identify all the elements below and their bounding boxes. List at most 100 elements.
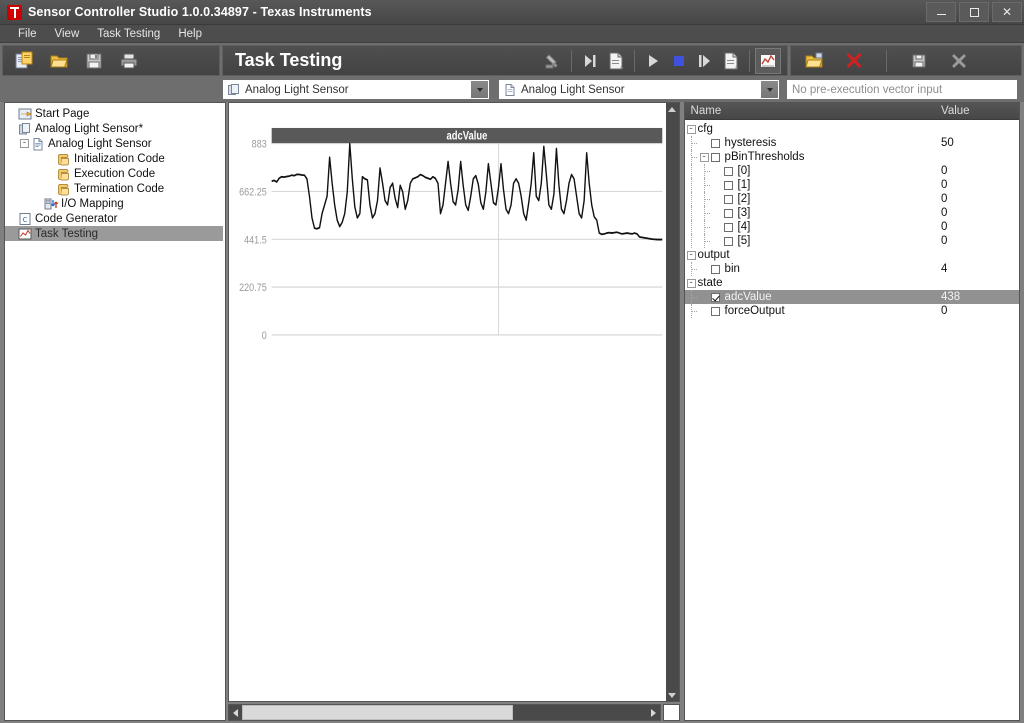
property-label: [5] <box>737 235 751 247</box>
property-row[interactable]: [2] 0 <box>685 192 1019 206</box>
property-row[interactable]: [4] 0 <box>685 220 1019 234</box>
property-expander-toggle[interactable]: - <box>686 278 696 288</box>
tree-guide <box>685 304 698 318</box>
menu-bar: File View Task Testing Help <box>0 25 1024 43</box>
property-row[interactable]: adcValue 438 <box>684 290 1020 304</box>
tree-item-start-page[interactable]: Start Page <box>5 106 225 121</box>
property-checkbox[interactable] <box>723 194 733 204</box>
property-expander-toggle[interactable]: - <box>699 152 709 162</box>
property-checkbox[interactable] <box>710 292 720 302</box>
toolbar-separator-2 <box>634 49 635 72</box>
scroll-up-arrow-icon[interactable] <box>666 103 678 115</box>
tree-guide <box>685 220 698 234</box>
open-project-button[interactable] <box>46 48 72 74</box>
svg-text:adcValue: adcValue <box>447 129 488 142</box>
title-bar: Sensor Controller Studio 1.0.0.34897 - T… <box>0 0 1024 25</box>
save-vector-button[interactable] <box>906 48 932 74</box>
new-project-button[interactable] <box>11 48 37 74</box>
scroll-left-arrow-icon[interactable] <box>229 705 242 720</box>
property-row[interactable]: - output <box>685 248 1019 262</box>
close-button[interactable]: ✕ <box>992 2 1022 22</box>
property-row[interactable]: [3] 0 <box>685 206 1019 220</box>
tree-item-task-testing[interactable]: Task Testing <box>5 226 223 241</box>
chevron-down-icon[interactable] <box>471 81 488 98</box>
property-checkbox[interactable] <box>710 264 720 274</box>
property-name-cell: [0] <box>685 164 941 178</box>
property-checkbox[interactable] <box>723 236 733 246</box>
property-name-cell: bin <box>685 262 941 276</box>
tree-expander-toggle[interactable]: - <box>20 139 29 148</box>
property-row[interactable]: [5] 0 <box>685 234 1019 248</box>
menu-item-file[interactable]: File <box>9 25 46 43</box>
menu-item-task-testing[interactable]: Task Testing <box>88 25 169 43</box>
show-graph-button[interactable] <box>755 47 781 74</box>
property-name-cell: [3] <box>685 206 941 220</box>
tree-guide <box>685 136 698 150</box>
scroll-down-arrow-icon[interactable] <box>666 689 678 701</box>
project-tree: Start Page Analog Light Sensor* - Analog Li… <box>5 103 225 241</box>
vector-input-field[interactable]: No pre-execution vector input <box>786 79 1018 100</box>
tree-item-code-generator[interactable]: c Code Generator <box>5 211 225 226</box>
property-label: bin <box>724 263 740 275</box>
connect-device-button[interactable] <box>540 48 566 74</box>
tree-item-analog-light-sensor[interactable]: Analog Light Sensor* <box>5 121 225 136</box>
tree-item-termination-code[interactable]: Termination Code <box>5 181 225 196</box>
property-checkbox[interactable] <box>710 152 720 162</box>
property-checkbox[interactable] <box>710 306 720 316</box>
load-vector-button[interactable] <box>801 48 827 74</box>
property-name-cell: forceOutput <box>685 304 941 318</box>
tree-guide <box>698 192 711 206</box>
property-checkbox[interactable] <box>723 222 733 232</box>
save-project-button[interactable] <box>81 48 107 74</box>
menu-item-help[interactable]: Help <box>169 25 211 43</box>
chart-vertical-scrollbar[interactable] <box>665 102 680 702</box>
property-expander-toggle[interactable]: - <box>686 124 696 134</box>
property-checkbox[interactable] <box>723 208 733 218</box>
property-row[interactable]: [1] 0 <box>685 178 1019 192</box>
property-label: [2] <box>737 193 751 205</box>
close-vector-button[interactable] <box>946 48 972 74</box>
chevron-down-icon[interactable] <box>761 81 778 98</box>
task-dropdown[interactable]: Analog Light Sensor <box>498 79 780 100</box>
run-button[interactable] <box>640 48 666 74</box>
property-checkbox[interactable] <box>723 180 733 190</box>
tree-guide <box>685 164 698 178</box>
tree-item-initialization-code[interactable]: Initialization Code <box>5 151 225 166</box>
step-to-end-button[interactable] <box>577 48 603 74</box>
property-row[interactable]: - state <box>685 276 1019 290</box>
step-button[interactable] <box>692 48 718 74</box>
maximize-button[interactable] <box>959 2 989 22</box>
log-report-button[interactable] <box>603 48 629 74</box>
chart-horizontal-scrollbar[interactable] <box>228 704 661 721</box>
scroll-corner <box>662 704 680 721</box>
tree-item-label: Start Page <box>35 107 90 120</box>
property-value: 4 <box>941 263 948 275</box>
property-checkbox[interactable] <box>723 166 733 176</box>
tree-guide <box>698 164 711 178</box>
property-label: forceOutput <box>724 305 785 317</box>
minimize-button[interactable] <box>926 2 956 22</box>
tree-item-execution-code[interactable]: Execution Code <box>5 166 225 181</box>
selector-row: Analog Light Sensor Analog Light Sensor … <box>0 78 1024 102</box>
property-value: 0 <box>941 179 948 191</box>
horizontal-scroll-thumb[interactable] <box>242 705 514 720</box>
menu-item-view[interactable]: View <box>46 25 89 43</box>
property-value: 0 <box>941 221 948 233</box>
sensor-controller-dropdown[interactable]: Analog Light Sensor <box>222 79 490 100</box>
property-row[interactable]: forceOutput 0 <box>685 304 1019 318</box>
property-row[interactable]: bin 4 <box>685 262 1019 276</box>
property-row[interactable]: - cfg <box>685 122 1019 136</box>
property-expander-toggle[interactable]: - <box>686 250 696 260</box>
stop-button[interactable] <box>666 48 692 74</box>
property-row[interactable]: hysteresis 50 <box>685 136 1019 150</box>
property-row[interactable]: [0] 0 <box>685 164 1019 178</box>
property-row[interactable]: - pBinThresholds <box>685 150 1019 164</box>
property-checkbox[interactable] <box>710 138 720 148</box>
property-name-cell: [2] <box>685 192 941 206</box>
print-button[interactable] <box>116 48 142 74</box>
tree-item-analog-light-sensor[interactable]: - Analog Light Sensor <box>5 136 225 151</box>
clear-vector-button[interactable] <box>841 48 867 74</box>
export-log-button[interactable] <box>718 48 744 74</box>
tree-item-i-o-mapping[interactable]: I/O Mapping <box>5 196 225 211</box>
scroll-right-arrow-icon[interactable] <box>647 705 660 720</box>
